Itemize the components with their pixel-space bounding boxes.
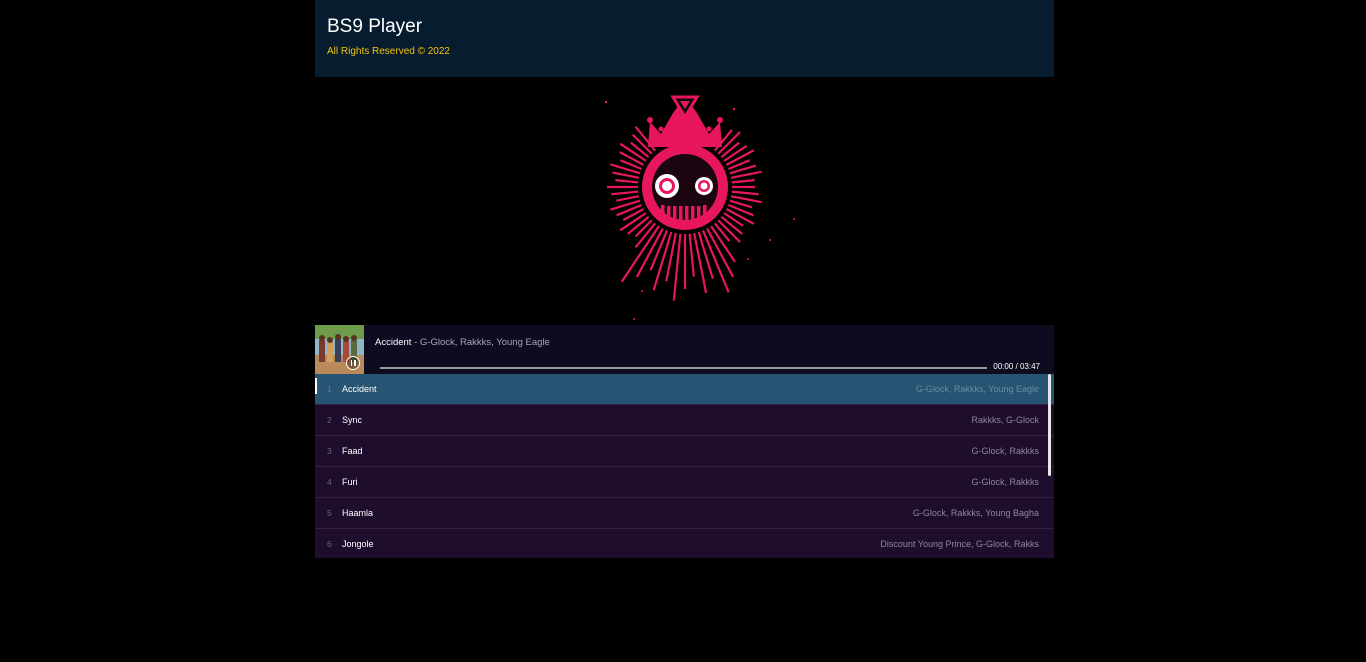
header: BS9 Player All Rights Reserved © 2022: [315, 0, 1054, 77]
neon-crown-face-icon: [604, 95, 795, 320]
pause-icon: [350, 360, 352, 366]
now-playing-artists: G-Glock, Rakkks, Young Eagle: [419, 337, 550, 348]
track-title: Haamla: [342, 508, 374, 518]
track-number: 2: [327, 415, 332, 425]
now-playing-title: Accident: [375, 337, 412, 348]
playlist-track[interactable]: 2 Sync Rakkks, G-Glock: [315, 405, 1054, 436]
track-number: 5: [327, 508, 332, 518]
track-title: Accident: [342, 384, 377, 394]
track-title: Jongole: [342, 539, 374, 549]
pause-button[interactable]: [346, 356, 360, 370]
track-number: 3: [327, 446, 332, 456]
now-playing-separator: -: [411, 337, 420, 348]
audio-visualizer: [315, 77, 1054, 325]
playlist-track[interactable]: 6 Jongole Discount Young Prince, G-Glock, …: [315, 529, 1054, 558]
progress-bar[interactable]: [380, 367, 987, 369]
time-display: 00:00 / 03:47: [993, 362, 1040, 371]
track-artists: G-Glock, Rakkks, Young Eagle: [915, 384, 1039, 394]
playlist: 1 Accident G-Glock, Rakkks, Young Eagle 2 Sy…: [315, 374, 1054, 558]
playlist-track[interactable]: 1 Accident G-Glock, Rakkks, Young Eagle: [315, 374, 1054, 405]
track-number: 1: [327, 384, 332, 394]
track-number: 4: [327, 477, 332, 487]
track-artists: Discount Young Prince, G-Glock, Rakks: [880, 539, 1039, 549]
track-title: Sync: [342, 415, 363, 425]
app-title: BS9 Player: [327, 16, 423, 37]
album-cover: [315, 325, 364, 374]
playlist-track[interactable]: 5 Haamla G-Glock, Rakkks, Young Bagha: [315, 498, 1054, 529]
playlist-track[interactable]: 4 Furi G-Glock, Rakkks: [315, 467, 1054, 498]
track-number: 6: [327, 539, 332, 549]
playlist-scrollbar[interactable]: [1048, 374, 1051, 476]
playlist-track[interactable]: 3 Faad G-Glock, Rakkks: [315, 436, 1054, 467]
track-artists: G-Glock, Rakkks: [971, 446, 1039, 456]
player-app: BS9 Player All Rights Reserved © 2022 Ac…: [315, 0, 1054, 558]
track-title: Faad: [342, 446, 363, 456]
track-artists: Rakkks, G-Glock: [971, 415, 1039, 425]
track-artists: G-Glock, Rakkks: [971, 477, 1039, 487]
now-playing-bar: Accident - G-Glock, Rakkks, Young Eagle …: [315, 325, 1054, 374]
track-title: Furi: [342, 477, 358, 487]
copyright-text: All Rights Reserved © 2022: [327, 46, 450, 57]
now-playing-info: Accident - G-Glock, Rakkks, Young Eagle: [375, 337, 550, 348]
track-artists: G-Glock, Rakkks, Young Bagha: [912, 508, 1039, 518]
